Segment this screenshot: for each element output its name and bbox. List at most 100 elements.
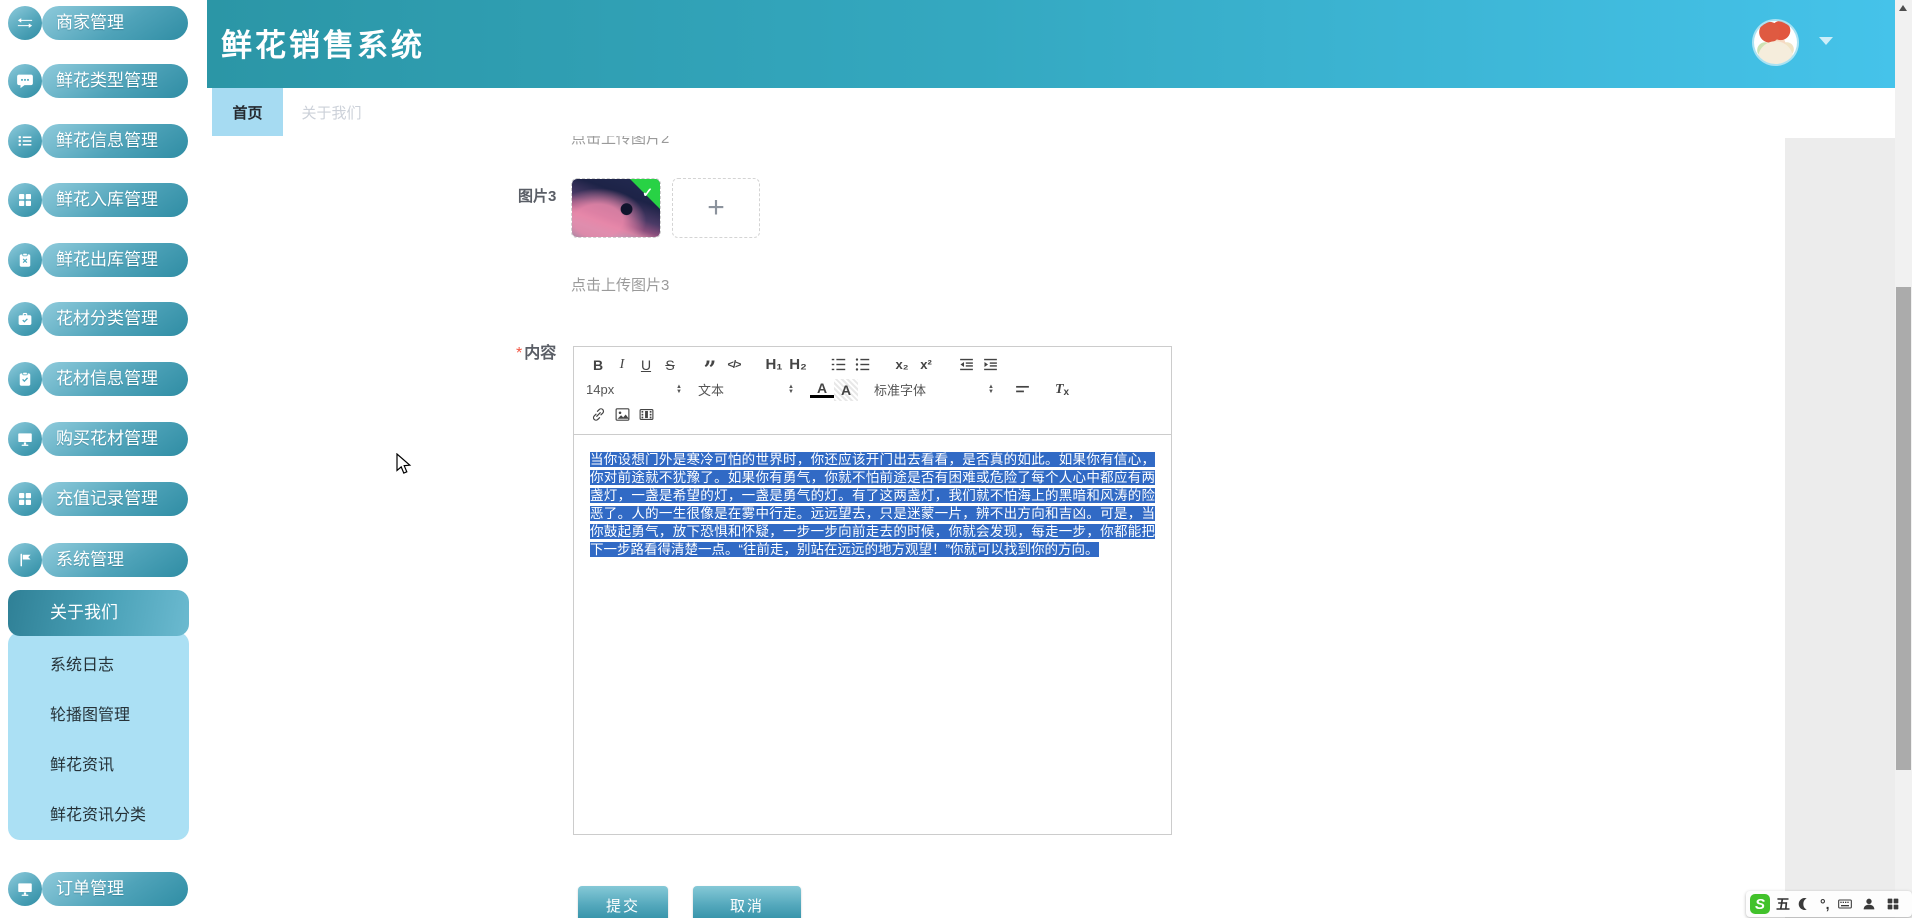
system-submenu-panel: 系统日志 轮播图管理 鲜花资讯 鲜花资讯分类 (8, 632, 189, 840)
user-avatar[interactable] (1754, 21, 1797, 64)
image3-field-label: 图片3 (518, 188, 557, 205)
image-button[interactable] (610, 404, 634, 426)
sidebar-item-flower-outbound[interactable]: 鲜花出库管理 (0, 243, 200, 277)
vertical-scrollbar[interactable] (1895, 0, 1912, 918)
align-button[interactable] (1010, 379, 1034, 401)
plus-icon: + (707, 191, 725, 224)
subscript-button[interactable]: x₂ (890, 354, 914, 376)
sidebar-item-recharge-records[interactable]: 充值记录管理 (0, 482, 200, 516)
main-content: 点击上传图片2 图片3 ✓ + 点击上传图片3 * 内容 B I U S ” </… (200, 136, 1895, 918)
clipboard-check-icon (8, 362, 42, 396)
sidebar-item-label: 系统管理 (42, 543, 188, 577)
font-family-picker[interactable]: 标准字体 ▲ ▼ (874, 380, 994, 399)
header2-button[interactable]: H₂ (786, 354, 810, 376)
content-field-label: * 内容 (516, 345, 557, 362)
briefcase-icon (8, 302, 42, 336)
tab-about-us[interactable]: 关于我们 (283, 88, 380, 136)
ordered-list-button[interactable] (826, 354, 850, 376)
list-icon (8, 124, 42, 158)
keyboard-icon[interactable] (1836, 895, 1854, 913)
submenu-item-about-us-active[interactable]: 关于我们 (8, 590, 189, 636)
sidebar-item-system-management[interactable]: 系统管理 (0, 543, 200, 577)
bold-button[interactable]: B (586, 354, 610, 376)
picker-caret-icon: ▲ ▼ (676, 383, 682, 395)
image3-thumbnail[interactable]: ✓ (571, 178, 661, 238)
mouse-cursor (396, 453, 412, 474)
picker-caret-icon: ▲ ▼ (988, 383, 994, 395)
chevron-down-icon[interactable] (1819, 37, 1833, 45)
selected-text: 当你设想门外是寒冷可怕的世界时，你还应该开门出去看看，是否真的如此。如果你有信心… (590, 452, 1155, 557)
sidebar-item-label: 花材分类管理 (42, 302, 188, 336)
ime-menu-grid-icon[interactable] (1884, 895, 1902, 913)
grid-icon (8, 482, 42, 516)
video-button[interactable] (634, 404, 658, 426)
link-button[interactable] (586, 404, 610, 426)
sidebar-item-label: 鲜花类型管理 (42, 64, 188, 98)
ime-toolbar: S 五 °, (1746, 891, 1912, 917)
sidebar-item-flower-info[interactable]: 鲜花信息管理 (0, 124, 200, 158)
ime-punctuation-mode[interactable]: °, (1820, 896, 1830, 912)
submenu-item-flower-news-category[interactable]: 鲜花资讯分类 (50, 801, 146, 825)
sidebar-item-label: 购买花材管理 (42, 422, 188, 456)
editor-content-area[interactable]: 当你设想门外是寒冷可怕的世界时，你还应该开门出去看看，是否真的如此。如果你有信心… (574, 435, 1171, 575)
bullet-list-button[interactable] (850, 354, 874, 376)
app-header: 鲜花销售系统 (207, 0, 1895, 88)
flag-icon (8, 543, 42, 577)
sidebar-item-flower-inbound[interactable]: 鲜花入库管理 (0, 183, 200, 217)
submenu-item-carousel[interactable]: 轮播图管理 (50, 701, 130, 725)
user-icon[interactable] (1860, 895, 1878, 913)
italic-button[interactable]: I (610, 354, 634, 376)
sidebar-item-label: 鲜花出库管理 (42, 243, 188, 277)
clean-format-button[interactable]: Tx (1050, 379, 1074, 401)
indent-button[interactable] (978, 354, 1002, 376)
moon-icon[interactable] (1796, 895, 1814, 913)
sidebar-item-label: 鲜花信息管理 (42, 124, 188, 158)
superscript-button[interactable]: x² (914, 354, 938, 376)
outdent-button[interactable] (954, 354, 978, 376)
sidebar-item-merchant[interactable]: 商家管理 (0, 6, 200, 40)
rich-text-editor: B I U S ” </> H₁ H₂ x₂ x² 14px ▲ ▼ 文本 ▲ … (573, 346, 1172, 835)
monitor-icon (8, 872, 42, 906)
sidebar-item-orders[interactable]: 订单管理 (0, 872, 200, 906)
tab-bar: 首页 关于我们 (200, 88, 1895, 136)
add-image-upload-button[interactable]: + (672, 178, 760, 238)
clipboard-x-icon (8, 243, 42, 277)
page-background-gutter (1785, 138, 1895, 918)
text-style-picker[interactable]: 文本 ▲ ▼ (698, 380, 794, 399)
cancel-button[interactable]: 取消 (693, 886, 801, 918)
ime-logo-icon[interactable]: S (1750, 894, 1770, 914)
required-asterisk: * (516, 345, 523, 362)
transfer-icon (8, 6, 42, 40)
blockquote-button[interactable]: ” (698, 354, 722, 381)
text-color-button[interactable]: A (810, 381, 834, 398)
sidebar-item-label: 订单管理 (42, 872, 188, 906)
sidebar-item-label: 鲜花入库管理 (42, 183, 188, 217)
editor-paragraph: 当你设想门外是寒冷可怕的世界时，你还应该开门出去看看，是否真的如此。如果你有信心… (590, 451, 1155, 559)
sidebar-item-label: 花材信息管理 (42, 362, 188, 396)
sidebar-item-label: 充值记录管理 (42, 482, 188, 516)
submit-button[interactable]: 提交 (578, 886, 668, 918)
editor-toolbar: B I U S ” </> H₁ H₂ x₂ x² 14px ▲ ▼ 文本 ▲ … (574, 347, 1171, 435)
strikethrough-button[interactable]: S (658, 354, 682, 376)
code-block-button[interactable]: </> (722, 354, 746, 376)
check-icon: ✓ (642, 185, 653, 200)
font-size-picker[interactable]: 14px ▲ ▼ (586, 382, 682, 397)
tab-home[interactable]: 首页 (212, 88, 283, 136)
header1-button[interactable]: H₁ (762, 354, 786, 376)
ime-wubi-mode[interactable]: 五 (1776, 894, 1790, 914)
underline-button[interactable]: U (634, 354, 658, 376)
sidebar-item-flower-type[interactable]: 鲜花类型管理 (0, 64, 200, 98)
upload-hint-image3: 点击上传图片3 (571, 277, 670, 294)
sidebar: 商家管理 鲜花类型管理 鲜花信息管理 鲜花入库管理 鲜花出库管理 花材分类管理 (0, 0, 200, 918)
sidebar-item-material-category[interactable]: 花材分类管理 (0, 302, 200, 336)
scrollbar-thumb[interactable] (1896, 287, 1911, 770)
sidebar-item-material-purchase[interactable]: 购买花材管理 (0, 422, 200, 456)
highlight-color-button[interactable]: A (834, 378, 858, 401)
submenu-item-system-log[interactable]: 系统日志 (50, 651, 114, 675)
upload-hint-image2-clipped: 点击上传图片2 (571, 136, 670, 147)
sidebar-item-material-info[interactable]: 花材信息管理 (0, 362, 200, 396)
picker-caret-icon: ▲ ▼ (788, 383, 794, 395)
submenu-item-flower-news[interactable]: 鲜花资讯 (50, 751, 114, 775)
scroll-up-icon[interactable] (1899, 5, 1907, 11)
comment-icon (8, 64, 42, 98)
